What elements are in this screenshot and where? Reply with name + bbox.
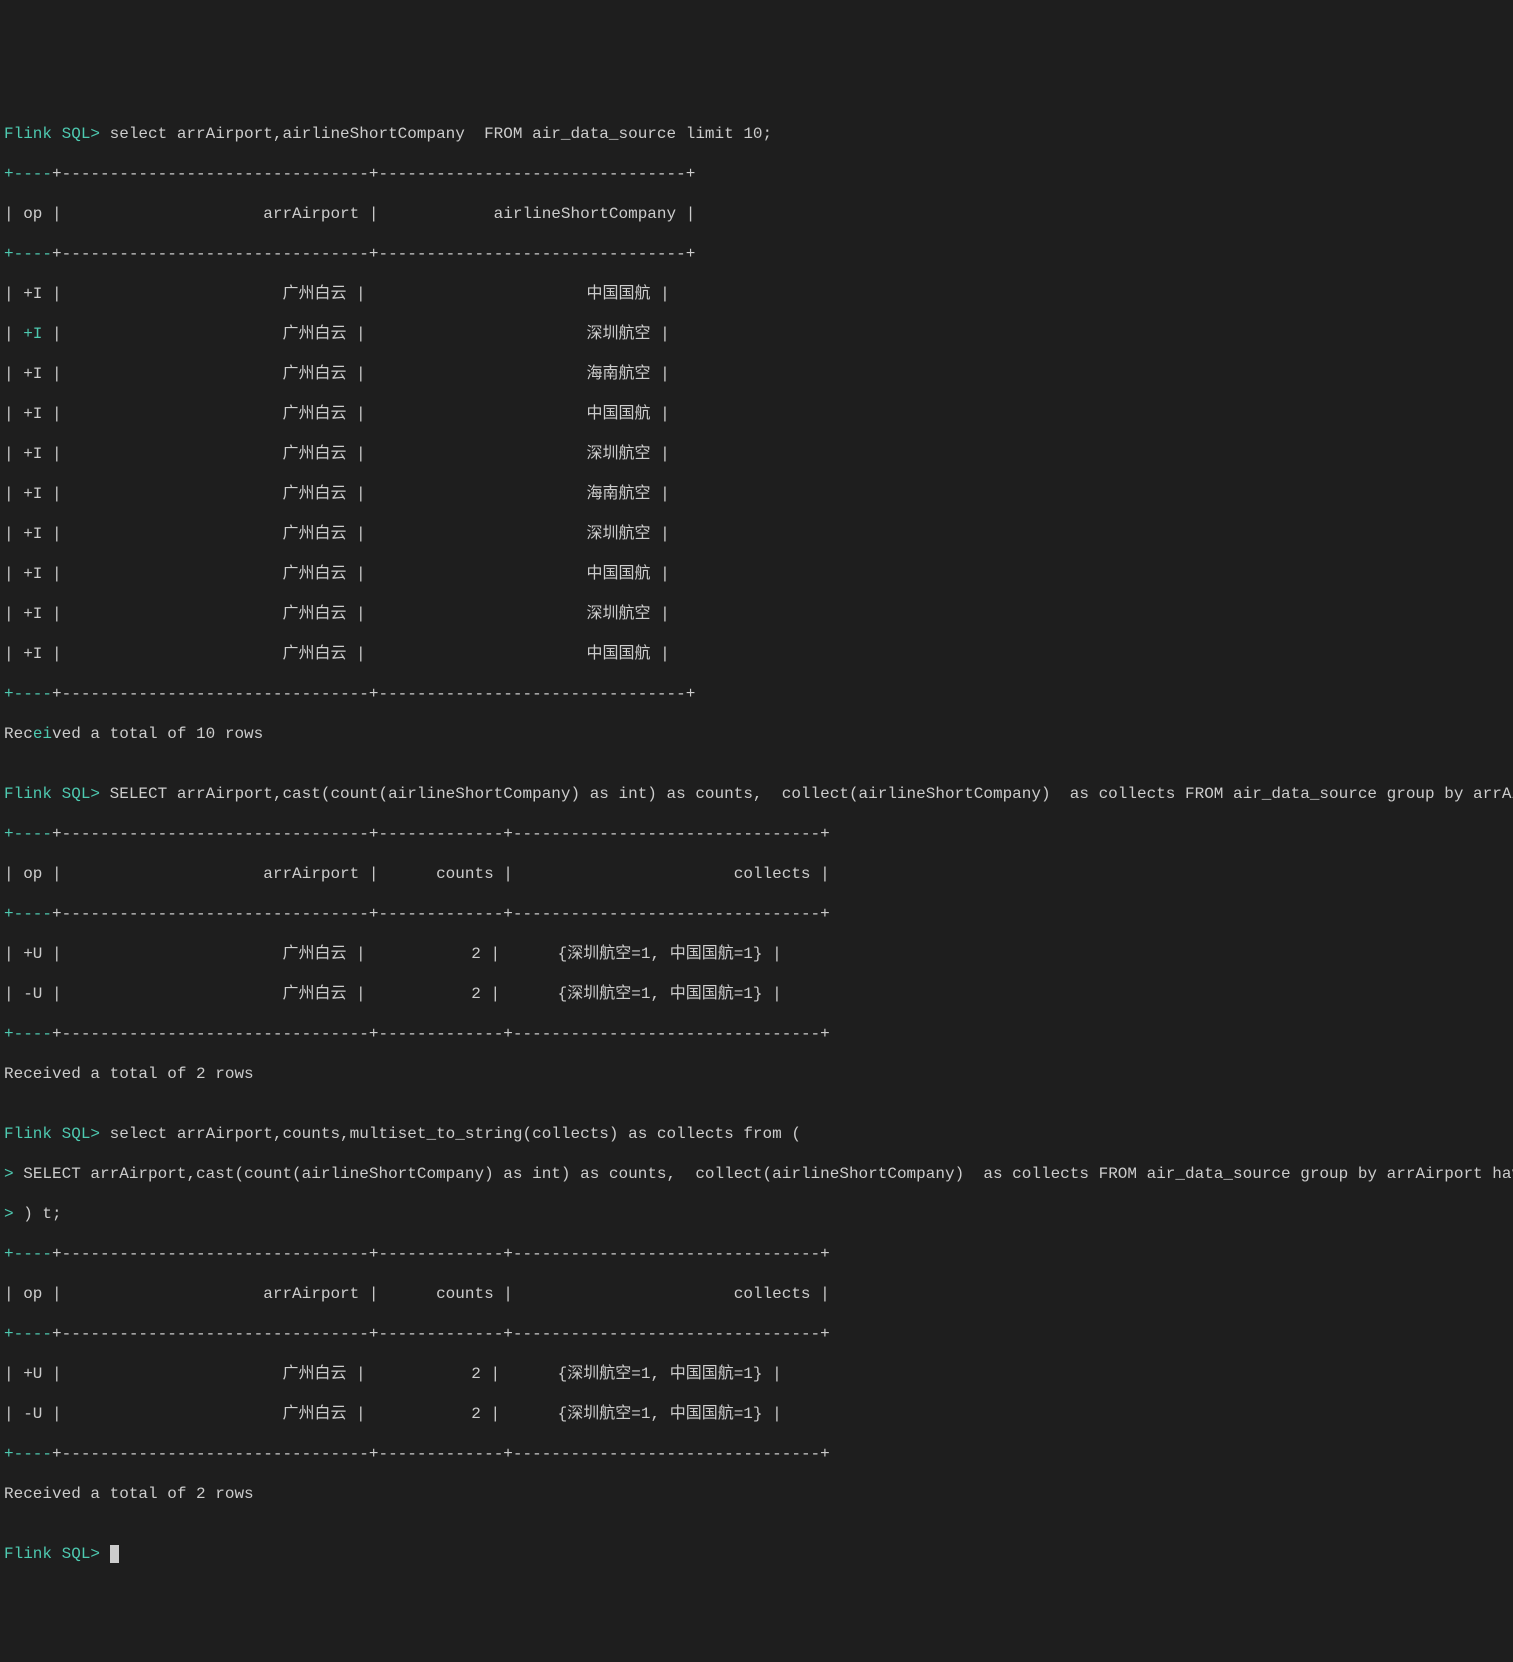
table-border: +----+--------------------------------+-… <box>4 1244 1509 1264</box>
sql-prompt: Flink SQL> <box>4 1545 100 1563</box>
continuation-prompt: > <box>4 1205 14 1223</box>
table-row: | +U | 广州白云 | 2 | {深圳航空=1, 中国国航=1} | <box>4 944 1509 964</box>
sql-prompt: Flink SQL> <box>4 785 100 803</box>
table-row: | +I | 广州白云 | 中国国航 | <box>4 404 1509 424</box>
query-3-line-3: ) t; <box>14 1205 62 1223</box>
query-3-line-2: SELECT arrAirport,cast(count(airlineShor… <box>14 1165 1513 1183</box>
sql-prompt: Flink SQL> <box>4 1125 100 1143</box>
table-row: | +I | 广州白云 | 海南航空 | <box>4 484 1509 504</box>
table-border: +----+--------------------------------+-… <box>4 244 1509 264</box>
table-row: | +I | 广州白云 | 深圳航空 | <box>4 324 1509 344</box>
table-row: | +I | 广州白云 | 深圳航空 | <box>4 444 1509 464</box>
table-border: +----+--------------------------------+-… <box>4 684 1509 704</box>
table-row: | +I | 广州白云 | 中国国航 | <box>4 564 1509 584</box>
table-row: | +I | 广州白云 | 中国国航 | <box>4 644 1509 664</box>
table-row: | +I | 广州白云 | 深圳航空 | <box>4 604 1509 624</box>
table-row: | +U | 广州白云 | 2 | {深圳航空=1, 中国国航=1} | <box>4 1364 1509 1384</box>
terminal-output[interactable]: Flink SQL> select arrAirport,airlineShor… <box>0 100 1513 1588</box>
sql-prompt: Flink SQL> <box>4 125 100 143</box>
query-3-line-1: select arrAirport,counts,multiset_to_str… <box>100 1125 801 1143</box>
query-2: SELECT arrAirport,cast(count(airlineShor… <box>100 785 1513 803</box>
query-1: select arrAirport,airlineShortCompany FR… <box>100 125 772 143</box>
table-row: | +I | 广州白云 | 深圳航空 | <box>4 524 1509 544</box>
result-footer: Received a total of 2 rows <box>4 1484 1509 1504</box>
result-footer: Received a total of 2 rows <box>4 1064 1509 1084</box>
table-border: +----+--------------------------------+-… <box>4 164 1509 184</box>
table-border: +----+--------------------------------+-… <box>4 1324 1509 1344</box>
table-border: +----+--------------------------------+-… <box>4 824 1509 844</box>
table-row: | +I | 广州白云 | 中国国航 | <box>4 284 1509 304</box>
table-border: +----+--------------------------------+-… <box>4 904 1509 924</box>
table-row: | -U | 广州白云 | 2 | {深圳航空=1, 中国国航=1} | <box>4 984 1509 1004</box>
table-row: | +I | 广州白云 | 海南航空 | <box>4 364 1509 384</box>
continuation-prompt: > <box>4 1165 14 1183</box>
table-row: | -U | 广州白云 | 2 | {深圳航空=1, 中国国航=1} | <box>4 1404 1509 1424</box>
table-border: +----+--------------------------------+-… <box>4 1024 1509 1044</box>
table-header-row: | op | arrAirport | counts | collects | <box>4 864 1509 884</box>
result-footer: Received a total of 10 rows <box>4 724 1509 744</box>
cursor-icon <box>110 1545 119 1563</box>
table-header-row: | op | arrAirport | airlineShortCompany … <box>4 204 1509 224</box>
table-border: +----+--------------------------------+-… <box>4 1444 1509 1464</box>
table-header-row: | op | arrAirport | counts | collects | <box>4 1284 1509 1304</box>
